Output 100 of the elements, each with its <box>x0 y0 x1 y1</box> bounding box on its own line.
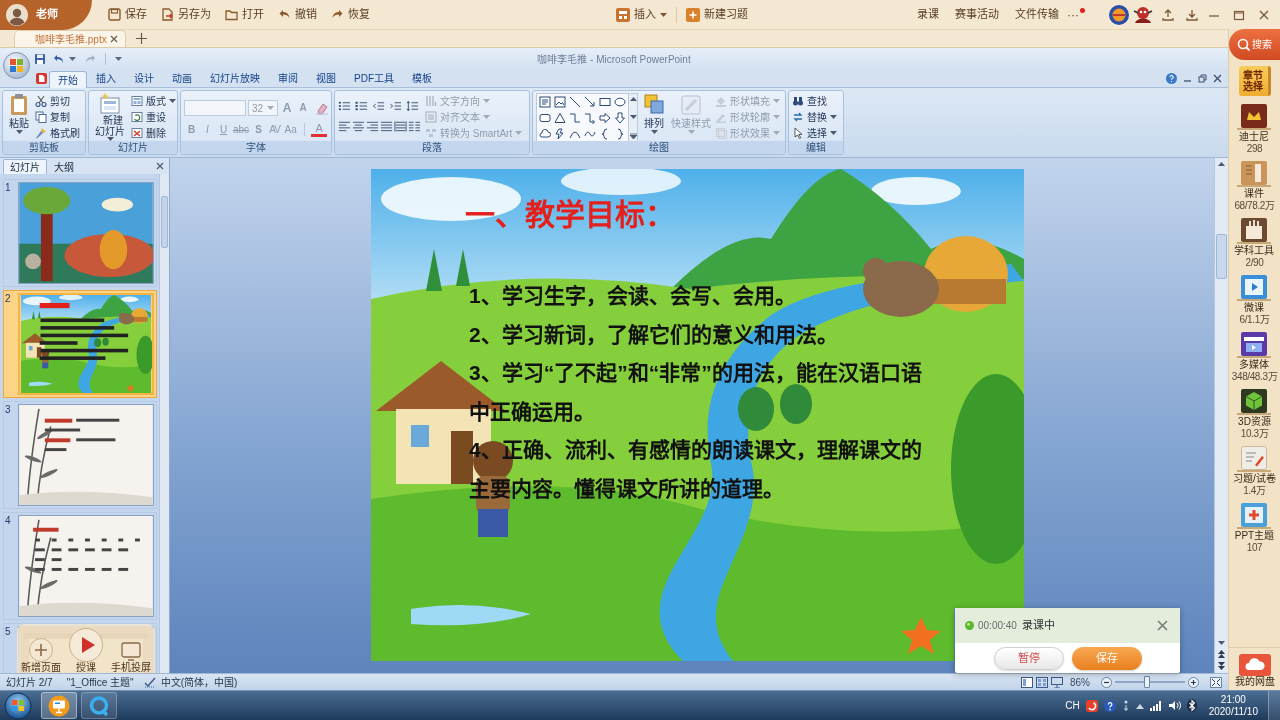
line-spacing-icon[interactable] <box>406 100 419 112</box>
save-icon[interactable] <box>34 53 46 65</box>
triangle-shape-icon[interactable] <box>554 112 566 124</box>
right-arrow-shape-icon[interactable] <box>599 112 611 124</box>
wave-shape-icon[interactable] <box>584 128 596 140</box>
ribbon-tab[interactable]: 幻灯片放映 <box>201 70 269 87</box>
volume-icon[interactable] <box>1167 700 1181 711</box>
distribute-icon[interactable] <box>394 120 407 132</box>
ribbon-tab[interactable]: 设计 <box>125 70 163 87</box>
pause-button[interactable]: 暂停 <box>993 646 1064 670</box>
restore-icon[interactable] <box>1198 74 1207 83</box>
slide-list-item[interactable]: 3 <box>3 401 157 509</box>
normal-view-icon[interactable] <box>1021 676 1033 688</box>
bluetooth-icon[interactable] <box>1186 699 1197 712</box>
download-icon[interactable] <box>1186 8 1198 21</box>
zoom-out-icon[interactable] <box>1101 676 1112 688</box>
resource-button[interactable]: 多媒体 <box>1237 332 1272 371</box>
numbering-icon[interactable] <box>355 100 368 112</box>
ribbon-tab[interactable]: PDF工具 <box>345 70 403 87</box>
fit-to-window-icon[interactable] <box>1210 676 1222 688</box>
elbow-arrow-shape-icon[interactable] <box>584 112 596 124</box>
columns-icon[interactable] <box>408 120 421 132</box>
signal-icon[interactable] <box>1149 700 1162 711</box>
reset-button[interactable]: 重设 <box>131 110 176 124</box>
clear-format-icon[interactable] <box>315 101 329 115</box>
decrease-indent-icon[interactable] <box>372 100 385 112</box>
open-button[interactable]: 打开 <box>225 3 264 26</box>
panel-tab[interactable]: 大纲 <box>47 159 81 174</box>
close-icon[interactable] <box>1258 8 1270 21</box>
ribbon-tab[interactable]: 视图 <box>307 70 345 87</box>
down-arrow-shape-icon[interactable] <box>614 112 626 124</box>
swirl-tile-icon[interactable] <box>1085 699 1098 712</box>
zoom-in-icon[interactable] <box>1188 676 1199 688</box>
oval-shape-icon[interactable] <box>614 96 626 108</box>
upload-icon[interactable] <box>1162 8 1174 21</box>
help-icon[interactable] <box>1103 699 1116 712</box>
arc-shape-icon[interactable] <box>569 128 581 140</box>
previous-slide-icon[interactable] <box>1218 650 1225 658</box>
slide-list-item[interactable]: 5 新增页面 授课 手机投屏 <box>3 623 157 673</box>
scroll-down-icon[interactable] <box>1218 641 1225 645</box>
add-page-button[interactable]: 新增页面 <box>21 638 61 673</box>
next-slide-icon[interactable] <box>1218 662 1225 670</box>
resource-button[interactable]: 课件 <box>1237 161 1272 200</box>
rounded-rectangle-shape-icon[interactable] <box>539 112 551 124</box>
resource-button[interactable]: 学科工具 <box>1234 218 1275 257</box>
help-icon[interactable] <box>1166 73 1177 84</box>
scrollbar-thumb[interactable] <box>1216 234 1227 279</box>
cloud-shape-icon[interactable] <box>539 128 551 140</box>
gallery-scrollbar[interactable] <box>629 93 638 143</box>
resource-button[interactable]: 习题/试卷 <box>1233 446 1276 485</box>
insert-menu-button[interactable]: 插入 <box>616 6 667 23</box>
delete-button[interactable]: 删除 <box>131 126 176 140</box>
new-exercise-button[interactable]: 新建习题 <box>686 6 748 23</box>
resource-button[interactable]: PPT主题 <box>1234 503 1275 542</box>
present-button[interactable]: 授课 <box>69 628 103 673</box>
show-hidden-icons-icon[interactable] <box>1135 702 1144 709</box>
slide-list-item[interactable]: 4 <box>3 512 157 620</box>
undo-icon[interactable] <box>53 53 65 65</box>
new-slide-button[interactable]: 新建幻灯片 <box>92 93 128 141</box>
close-icon[interactable] <box>1157 620 1168 631</box>
justify-icon[interactable] <box>380 120 393 132</box>
scroll-down-icon[interactable] <box>629 115 637 119</box>
align-left-icon[interactable] <box>338 120 351 132</box>
scroll-up-icon[interactable] <box>629 97 637 101</box>
textbox-shape-icon[interactable] <box>539 96 551 108</box>
redo-button[interactable]: 恢复 <box>331 3 370 26</box>
character-icon[interactable] <box>1132 4 1154 25</box>
slide-list-item[interactable]: 2 <box>3 290 157 398</box>
taskbar-app-button[interactable] <box>81 692 117 719</box>
align-center-icon[interactable] <box>352 120 365 132</box>
scroll-up-icon[interactable] <box>1218 162 1225 166</box>
align-right-icon[interactable] <box>366 120 379 132</box>
replace-button[interactable]: 替换 <box>792 110 837 124</box>
chapter-select-button[interactable]: 章节选择 <box>1238 66 1271 96</box>
panel-tab[interactable]: 幻灯片 <box>3 159 47 174</box>
top-link[interactable]: 文件传输 <box>1015 6 1059 23</box>
select-button[interactable]: 选择 <box>792 126 837 140</box>
zoom-slider-thumb[interactable] <box>1143 676 1150 688</box>
save-button[interactable]: 保存 <box>108 3 147 26</box>
line-shape-icon[interactable] <box>569 96 581 108</box>
search-button[interactable]: 搜索 <box>1228 29 1280 60</box>
resource-button[interactable]: 微课 <box>1237 275 1272 314</box>
maximize-icon[interactable] <box>1233 8 1245 21</box>
scrollbar-thumb[interactable] <box>161 196 168 248</box>
avatar-icon[interactable] <box>6 3 28 26</box>
top-link[interactable]: 录课 <box>917 6 939 23</box>
show-desktop-button[interactable] <box>1268 691 1280 720</box>
more-shapes-icon[interactable] <box>629 133 637 139</box>
resource-button[interactable]: 3D资源 <box>1237 389 1272 428</box>
spellcheck-icon[interactable] <box>143 676 156 688</box>
save-as-button[interactable]: 另存为 <box>161 3 211 26</box>
copy-button[interactable]: 复制 <box>35 110 80 124</box>
ribbon-tab[interactable]: 开始 <box>49 71 87 88</box>
format-painter-button[interactable]: 格式刷 <box>35 126 80 140</box>
picture-shape-icon[interactable] <box>554 96 566 108</box>
slideshow-icon[interactable] <box>1051 676 1063 688</box>
bullets-icon[interactable] <box>338 100 351 112</box>
close-icon[interactable] <box>1213 74 1222 83</box>
layout-button[interactable]: 版式 <box>131 94 176 108</box>
ribbon-tab[interactable]: 插入 <box>87 70 125 87</box>
